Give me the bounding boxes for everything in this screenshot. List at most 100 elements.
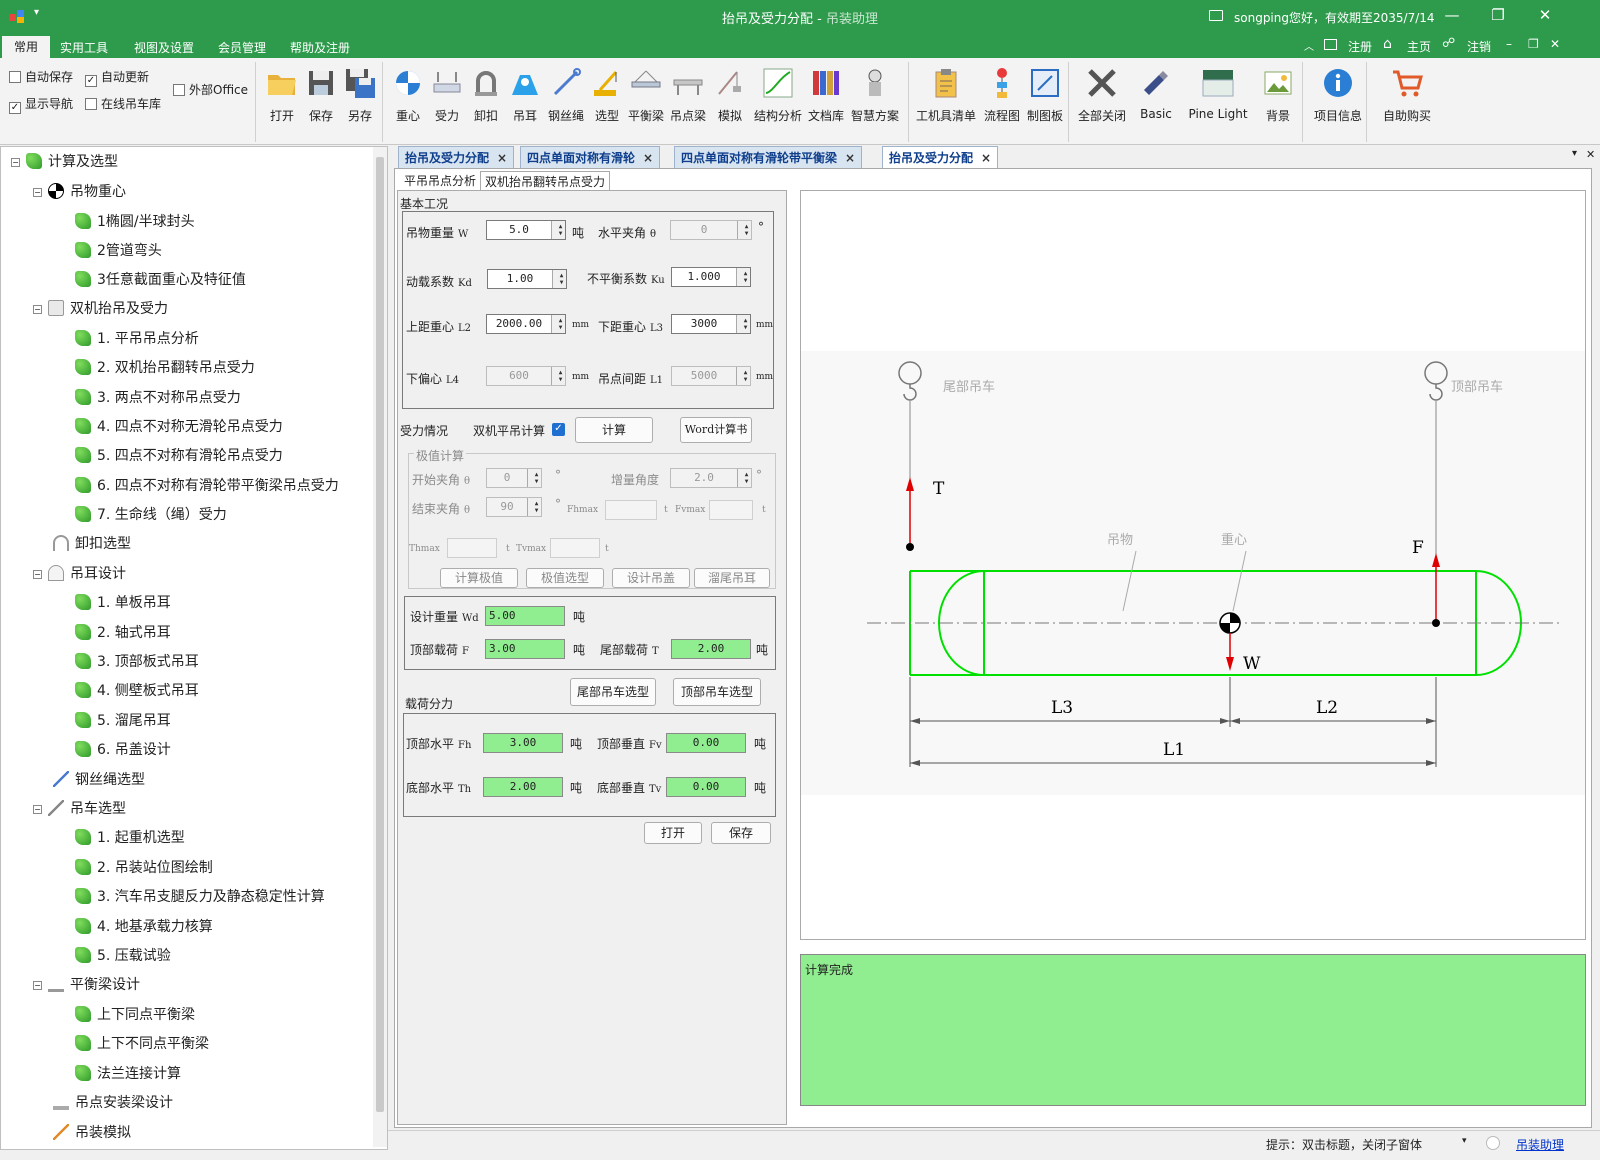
app-link[interactable]: 吊装助理 bbox=[1516, 1136, 1564, 1153]
restore-button[interactable]: ❐ bbox=[1483, 6, 1513, 28]
save-button[interactable]: 保存 bbox=[301, 66, 341, 138]
tree-node[interactable]: − 吊耳设计 bbox=[33, 559, 126, 589]
tree-leaf[interactable]: 上下同点平衡梁 bbox=[75, 1000, 195, 1030]
tree-leaf[interactable]: 3. 顶部板式吊耳 bbox=[75, 647, 199, 677]
balance-beam-button[interactable]: 平衡梁 bbox=[626, 66, 666, 138]
tvmax-field[interactable] bbox=[550, 538, 600, 558]
doc-tab[interactable]: 四点单面对称有滑轮带平衡梁 × bbox=[674, 146, 863, 168]
tree-leaf[interactable]: 上下不同点平衡梁 bbox=[75, 1029, 209, 1059]
thmax-field[interactable] bbox=[447, 538, 497, 558]
project-info-button[interactable]: 项目信息 bbox=[1314, 66, 1362, 138]
tree-node[interactable]: − 平衡梁设计 bbox=[33, 970, 140, 1000]
doc-tab[interactable]: 四点单面对称有滑轮 × bbox=[520, 146, 661, 168]
auto-save-checkbox[interactable]: 自动保存 bbox=[9, 68, 73, 86]
save-file-button[interactable]: 保存 bbox=[711, 822, 771, 844]
register-link[interactable]: 注册 bbox=[1348, 38, 1372, 55]
tool-list-button[interactable]: 工机具清单 bbox=[916, 66, 976, 138]
tree-leaf[interactable]: 6. 四点不对称有滑轮带平衡梁吊点受力 bbox=[75, 471, 339, 501]
tail-crane-select-button[interactable]: 尾部吊车选型 bbox=[570, 678, 656, 706]
status-toggle-icon[interactable] bbox=[1486, 1136, 1500, 1150]
tree-leaf[interactable]: 4. 地基承载力核算 bbox=[75, 912, 213, 942]
tree-leaf[interactable]: 2管道弯头 bbox=[75, 236, 162, 266]
tab-close-all-button[interactable]: ✕ bbox=[1586, 148, 1595, 161]
tree-leaf[interactable]: 5. 溜尾吊耳 bbox=[75, 706, 171, 736]
increment-angle-input[interactable]: 2.0 bbox=[670, 468, 752, 488]
save-as-button[interactable]: 另存 bbox=[340, 66, 380, 138]
tree-leaf[interactable]: 2. 轴式吊耳 bbox=[75, 618, 171, 648]
smart-plan-button[interactable]: 智慧方案 bbox=[851, 66, 899, 138]
mdi-close-button[interactable]: ✕ bbox=[1550, 37, 1560, 51]
close-tab-icon[interactable]: × bbox=[981, 151, 991, 165]
weight-input[interactable]: 5.0 bbox=[486, 220, 566, 240]
tree-leaf[interactable]: 7. 生命线（绳）受力 bbox=[75, 500, 227, 530]
end-angle-input[interactable]: 90 bbox=[486, 497, 542, 517]
fvmax-field[interactable] bbox=[709, 500, 753, 520]
start-angle-input[interactable]: 0 bbox=[486, 468, 542, 488]
drawing-board-button[interactable]: 制图板 bbox=[1025, 66, 1065, 138]
doc-library-button[interactable]: 文档库 bbox=[806, 66, 846, 138]
tree-leaf[interactable]: 1椭圆/半球封头 bbox=[75, 207, 195, 237]
logout-link[interactable]: 注销 bbox=[1467, 38, 1491, 55]
tail-lug-button[interactable]: 溜尾吊耳 bbox=[694, 568, 770, 588]
dual-flat-checkbox[interactable]: ✓ bbox=[552, 423, 565, 436]
ku-input[interactable]: 1.000 bbox=[671, 267, 751, 287]
tree-node[interactable]: 吊点安装梁设计 bbox=[53, 1088, 173, 1118]
status-dropdown-icon[interactable]: ▾ bbox=[1462, 1136, 1467, 1146]
doc-tab[interactable]: 抬吊及受力分配 × bbox=[398, 146, 515, 168]
calculate-button[interactable]: 计算 bbox=[575, 417, 653, 443]
select-button[interactable]: 选型 bbox=[587, 66, 627, 138]
l1-input[interactable]: 5000 bbox=[671, 366, 751, 386]
home-link[interactable]: 主页 bbox=[1407, 38, 1431, 55]
force-button[interactable]: 受力 bbox=[427, 66, 467, 138]
mdi-restore-button[interactable]: ❐ bbox=[1528, 37, 1539, 51]
open-file-button[interactable]: 打开 bbox=[644, 822, 702, 844]
online-crane-checkbox[interactable]: 在线吊车库 bbox=[85, 95, 161, 113]
tree-node[interactable]: 吊装模拟 bbox=[53, 1118, 131, 1148]
tree-node[interactable]: − 吊车选型 bbox=[33, 794, 126, 824]
tree-scrollbar[interactable] bbox=[373, 147, 387, 1147]
extreme-select-button[interactable]: 极值选型 bbox=[526, 568, 604, 588]
menu-view[interactable]: 视图及设置 bbox=[122, 38, 206, 58]
mdi-minimize-button[interactable]: – bbox=[1506, 37, 1512, 51]
tree-node[interactable]: − 双机抬吊及受力 bbox=[33, 294, 168, 324]
menu-help[interactable]: 帮助及注册 bbox=[278, 38, 362, 58]
skin-dropdown[interactable]: Pine Light bbox=[1188, 66, 1248, 138]
logout-icon[interactable]: ☍ bbox=[1442, 36, 1455, 51]
close-tab-icon[interactable]: × bbox=[497, 151, 507, 165]
tree-leaf[interactable]: 1. 单板吊耳 bbox=[75, 588, 171, 618]
tree-leaf[interactable]: 2. 吊装站位图绘制 bbox=[75, 853, 213, 883]
lug-button[interactable]: 吊耳 bbox=[505, 66, 545, 138]
home-icon[interactable]: ⌂ bbox=[1383, 36, 1392, 52]
flowchart-button[interactable]: 流程图 bbox=[982, 66, 1022, 138]
angle-input[interactable]: 0 bbox=[670, 220, 752, 240]
tree-node[interactable]: − 吊物重心 bbox=[33, 177, 126, 207]
close-tab-icon[interactable]: × bbox=[643, 151, 653, 165]
structure-analysis-button[interactable]: 结构分析 bbox=[754, 66, 802, 138]
l3-input[interactable]: 3000 bbox=[671, 314, 751, 334]
top-crane-select-button[interactable]: 顶部吊车选型 bbox=[673, 678, 761, 706]
open-button[interactable]: 打开 bbox=[262, 66, 302, 138]
tree-leaf[interactable]: 6. 吊盖设计 bbox=[75, 735, 171, 765]
tree-leaf[interactable]: 5. 四点不对称有滑轮吊点受力 bbox=[75, 441, 283, 471]
design-lid-button[interactable]: 设计吊盖 bbox=[612, 568, 690, 588]
word-report-button[interactable]: Word计算书 bbox=[680, 417, 752, 443]
kd-input[interactable]: 1.00 bbox=[487, 269, 567, 289]
menu-member[interactable]: 会员管理 bbox=[206, 38, 278, 58]
register-icon[interactable] bbox=[1324, 39, 1337, 50]
menu-home[interactable]: 常用 bbox=[2, 36, 51, 58]
tree-leaf[interactable]: 2. 双机抬吊翻转吊点受力 bbox=[75, 353, 255, 383]
menu-tools[interactable]: 实用工具 bbox=[48, 38, 120, 58]
tree-root[interactable]: − 计算及选型 bbox=[11, 147, 118, 177]
close-button[interactable]: ✕ bbox=[1530, 6, 1560, 28]
sub-tab-flat[interactable]: 平吊吊点分析 bbox=[400, 171, 480, 191]
wire-rope-button[interactable]: 钢丝绳 bbox=[546, 66, 586, 138]
tree-node[interactable]: 卸扣选型 bbox=[53, 529, 131, 559]
scrollbar-thumb[interactable] bbox=[376, 157, 384, 1112]
background-button[interactable]: 背景 bbox=[1258, 66, 1298, 138]
ribbon-collapse-icon[interactable]: ︿ bbox=[1304, 38, 1314, 53]
tree-leaf[interactable]: 3. 两点不对称吊点受力 bbox=[75, 383, 241, 413]
close-tab-icon[interactable]: × bbox=[845, 151, 855, 165]
close-all-button[interactable]: 全部关闭 bbox=[1078, 66, 1126, 138]
tree-leaf[interactable]: 1. 平吊吊点分析 bbox=[75, 324, 199, 354]
l2-input[interactable]: 2000.00 bbox=[486, 314, 566, 334]
